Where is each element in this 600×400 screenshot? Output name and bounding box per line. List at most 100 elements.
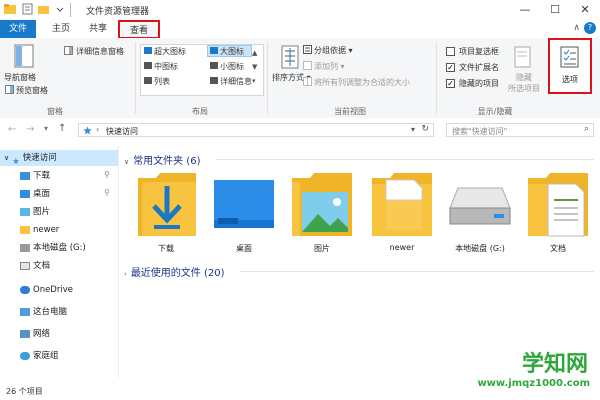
nav-item-desktop[interactable]: 桌面	[20, 186, 50, 202]
tab-file[interactable]: 文件	[0, 20, 36, 38]
options-icon	[560, 46, 579, 68]
title-bar: 文件资源管理器 — ☐ ✕	[0, 0, 600, 21]
ribbon-tabs: 文件 主页 共享 查看 ∧ ?	[0, 20, 600, 39]
address-bar[interactable]: › 快速访问 ▾ ↻	[78, 123, 434, 137]
item-checkbox-label: 项目复选框	[459, 47, 499, 56]
minimize-button[interactable]: —	[510, 0, 540, 20]
layout-small-icons[interactable]: 小图标	[210, 61, 244, 72]
folder-tile-newer[interactable]: newer	[366, 170, 438, 258]
folder-tile-downloads[interactable]: 下载	[130, 170, 202, 258]
back-icon[interactable]: ←	[8, 124, 16, 135]
tab-home[interactable]: 主页	[44, 20, 78, 38]
group-by-icon	[303, 45, 312, 54]
forward-icon[interactable]: →	[26, 124, 34, 135]
folder-icon	[20, 225, 30, 234]
details-pane-button[interactable]: 详细信息窗格	[76, 46, 124, 57]
nav-item-downloads[interactable]: 下载	[20, 168, 50, 184]
nav-pane-button[interactable]: 导航窗格	[4, 72, 36, 83]
refresh-icon[interactable]: ↻	[421, 124, 429, 134]
nav-item-pictures[interactable]: 图片	[20, 204, 50, 220]
nav-item-quick-access[interactable]: ∨ ★ 快速访问	[4, 150, 57, 167]
folder-tile-documents[interactable]: 文档	[522, 170, 594, 258]
pin-icon[interactable]: ⚲	[104, 188, 110, 197]
nav-item-newer[interactable]: newer	[20, 222, 59, 238]
nav-item-network[interactable]: 网络	[20, 326, 50, 342]
header-rule	[240, 271, 594, 272]
folder-tile-desktop[interactable]: 桌面	[208, 170, 280, 258]
downloads-folder-icon	[138, 173, 196, 236]
folder-label: 桌面	[236, 244, 252, 253]
watermark-url: www.jmqz1000.com	[477, 378, 590, 389]
hidden-items-toggle[interactable]: ✓	[446, 79, 455, 88]
app-icon	[4, 4, 16, 14]
properties-icon[interactable]	[22, 3, 34, 15]
nav-item-drive-g[interactable]: 本地磁盘 (G:)	[20, 240, 86, 256]
nav-item-this-pc[interactable]: 这台电脑	[20, 304, 67, 320]
homegroup-icon	[20, 351, 30, 360]
layout-extra-large-icons[interactable]: 超大图标	[144, 46, 186, 57]
preview-pane-icon	[5, 85, 14, 94]
file-extensions-label: 文件扩展名	[459, 63, 499, 72]
fit-columns-button: 将所有列调整为合适的大小	[314, 78, 410, 87]
hide-button: 隐藏	[516, 73, 532, 82]
options-button[interactable]: 选项	[548, 38, 592, 94]
folder-tile-pictures[interactable]: 图片	[286, 170, 358, 258]
group-by-button[interactable]: 分组依据 ▾	[314, 45, 353, 56]
newer-folder-icon	[372, 173, 432, 236]
desktop-folder-icon	[214, 180, 274, 228]
chevron-up-icon[interactable]: ∧	[573, 23, 580, 33]
navigation-pane-icon	[14, 44, 34, 68]
item-checkbox-toggle[interactable]	[446, 47, 455, 56]
help-icon[interactable]: ?	[584, 22, 596, 34]
up-icon[interactable]: ↑	[58, 123, 66, 134]
sort-icon	[281, 45, 299, 69]
item-count: 26 个项目	[6, 387, 43, 396]
address-dropdown-icon[interactable]: ▾	[411, 125, 415, 134]
recent-locations-icon[interactable]: ▾	[44, 124, 48, 133]
chevron-down-icon[interactable]	[54, 3, 66, 15]
folder-tile-drive-g[interactable]: 本地磁盘 (G:)	[444, 170, 516, 258]
options-label: 选项	[562, 75, 578, 84]
tab-view[interactable]: 查看	[118, 20, 160, 39]
breadcrumb[interactable]: 快速访问	[106, 126, 138, 137]
folder-label: 图片	[314, 244, 330, 253]
frequent-folders-header[interactable]: ∨ 常用文件夹 (6)	[124, 152, 200, 167]
add-column-button: 添加列 ▾	[314, 62, 345, 71]
nav-item-homegroup[interactable]: 家庭组	[20, 348, 59, 364]
group-label-layout: 布局	[192, 107, 208, 116]
nav-item-documents[interactable]: 文档	[20, 258, 50, 274]
ribbon: 导航窗格 预览窗格 详细信息窗格 窗格 超大图标 大图标 中图标 小图标 列表 …	[0, 38, 600, 119]
network-icon	[20, 329, 30, 338]
group-label-panes: 窗格	[47, 107, 63, 116]
downloads-icon	[20, 171, 30, 180]
folder-label: 下载	[158, 244, 174, 253]
computer-icon	[20, 307, 30, 316]
search-input[interactable]: 搜索"快速访问" ⌕	[446, 123, 594, 137]
gallery-scroll-icon[interactable]: ▲ ▼ ▾	[252, 46, 257, 88]
pane-divider	[118, 146, 119, 378]
hide-selected-label: 所选项目	[508, 84, 540, 93]
preview-pane-button[interactable]: 预览窗格	[16, 85, 48, 96]
layout-list[interactable]: 列表	[144, 76, 170, 87]
layout-details[interactable]: 详细信息	[210, 76, 252, 87]
group-label-show-hide: 显示/隐藏	[477, 107, 513, 116]
hard-drive-icon	[449, 187, 511, 225]
watermark-title: 学知网	[521, 352, 588, 377]
layout-large-icons[interactable]: 大图标	[210, 46, 244, 57]
pin-icon[interactable]: ⚲	[104, 170, 110, 179]
recent-files-header[interactable]: › 最近使用的文件 (20)	[124, 264, 225, 279]
folder-label: 文档	[550, 244, 566, 253]
window-title: 文件资源管理器	[86, 7, 150, 17]
new-folder-icon[interactable]	[38, 3, 50, 15]
maximize-button[interactable]: ☐	[540, 0, 570, 20]
close-button[interactable]: ✕	[570, 0, 600, 20]
nav-item-onedrive[interactable]: OneDrive	[20, 282, 73, 298]
desktop-icon	[20, 189, 30, 198]
search-icon: ⌕	[583, 124, 589, 134]
fit-columns-icon	[303, 77, 312, 86]
tab-share[interactable]: 共享	[80, 20, 116, 38]
documents-folder-icon	[528, 173, 588, 237]
navigation-pane: ∨ ★ 快速访问 下载 桌面 图片 newer 本地磁盘 (G:) 文档 ⚲ ⚲ O…	[0, 146, 118, 378]
file-extensions-toggle[interactable]: ✓	[446, 63, 455, 72]
layout-medium-icons[interactable]: 中图标	[144, 61, 178, 72]
